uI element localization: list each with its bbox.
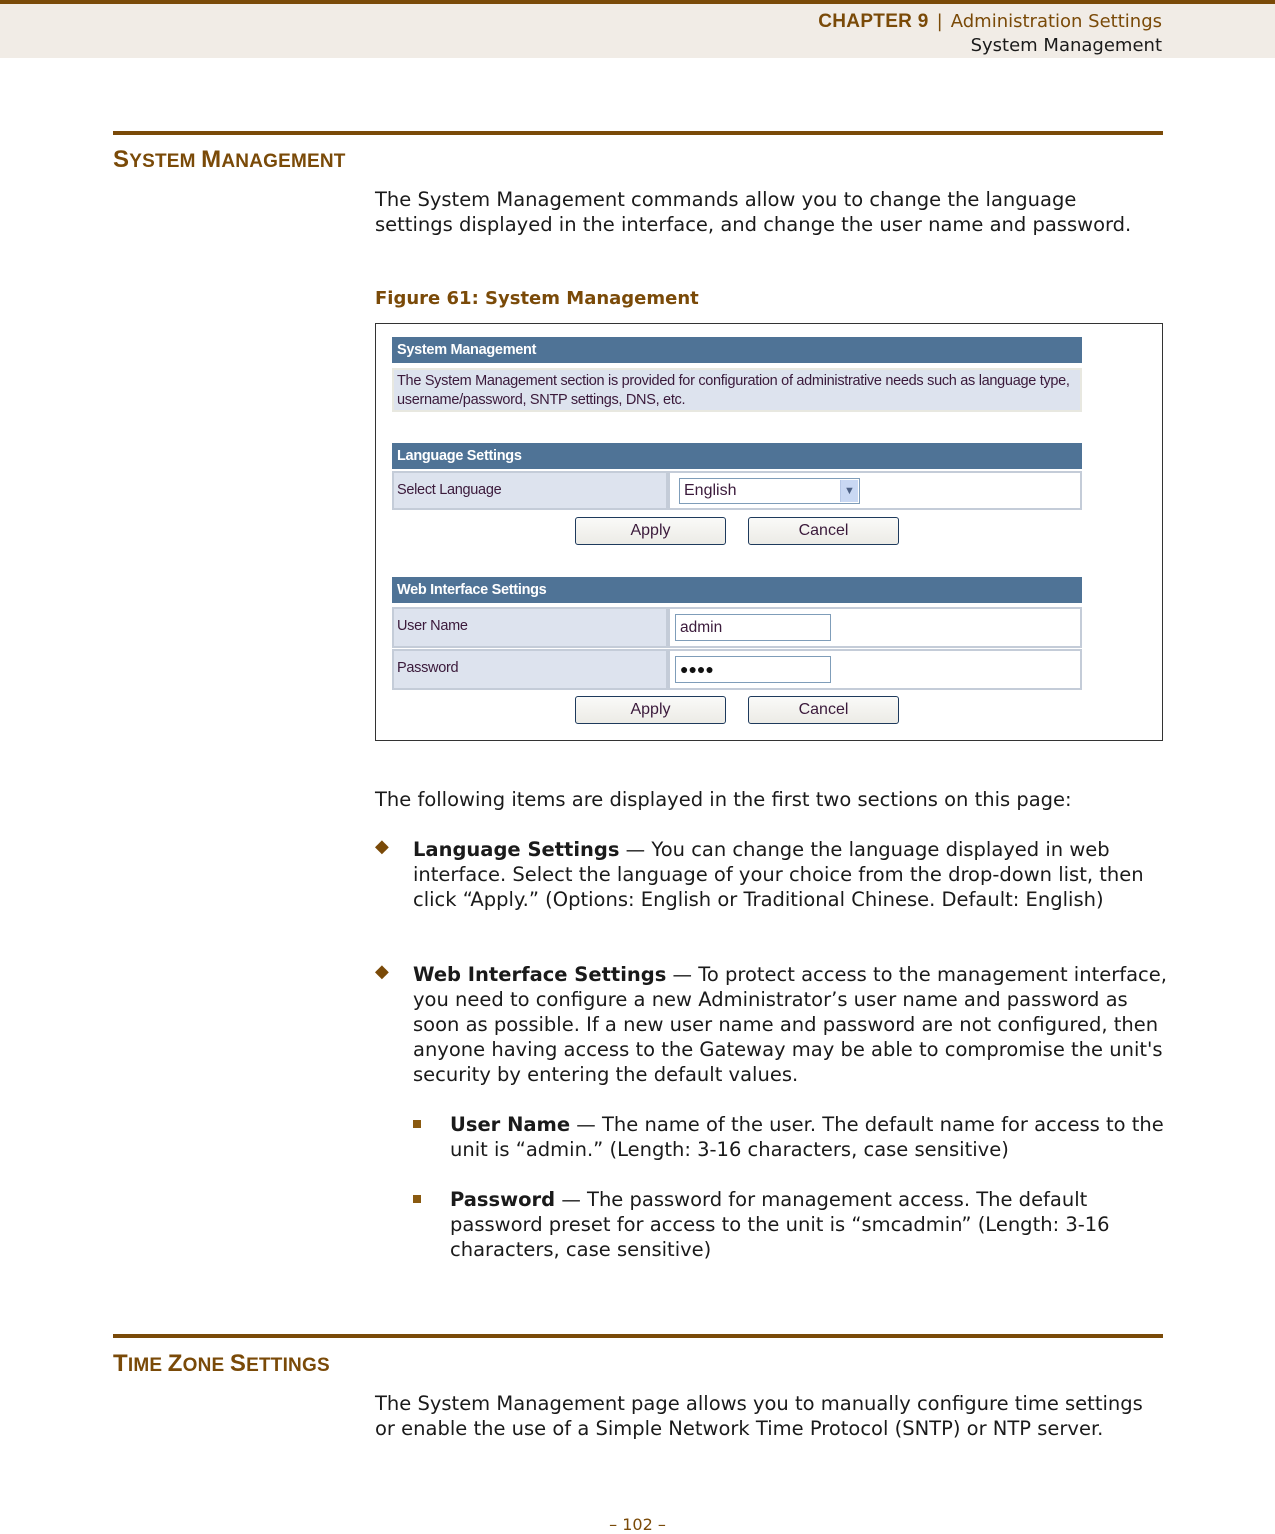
section-rule [113, 131, 1163, 135]
header-section-title: System Management [970, 35, 1162, 56]
title-cap: M [201, 146, 222, 173]
item-term: Password [450, 1188, 556, 1211]
section-title-time-zone-settings: TIME ZONE SETTINGS [113, 1350, 330, 1378]
panel-header-web-interface-settings: Web Interface Settings [392, 577, 1082, 603]
diamond-bullet-icon: ◆ [375, 836, 389, 857]
chapter-label: CHAPTER 9 [818, 11, 929, 32]
password-cell: ●●●● [668, 649, 1082, 690]
chapter-title: Administration Settings [950, 11, 1162, 32]
section-intro: The System Management page allows you to… [375, 1392, 1143, 1440]
user-name-input[interactable]: admin [675, 614, 831, 641]
sub-list-item-user-name: User Name — The name of the user. The de… [450, 1112, 1165, 1162]
title-cap: S [113, 146, 130, 173]
page-number: – 102 – [609, 1515, 666, 1534]
sub-list-item-password: Password — The password for management a… [450, 1187, 1170, 1262]
panel-header-system-management: System Management [392, 337, 1082, 363]
item-term: Language Settings [413, 838, 620, 861]
title-smallcaps: IME [127, 1355, 168, 1376]
web-interface-apply-button[interactable]: Apply [575, 696, 726, 724]
web-interface-cancel-button[interactable]: Cancel [748, 696, 899, 724]
section-rule [113, 1334, 1163, 1338]
title-smallcaps: ONE [182, 1355, 230, 1376]
select-language-cell: English ▼ [668, 471, 1082, 510]
system-management-description: The System Management section is provide… [392, 368, 1082, 412]
figure-system-management: System Management The System Management … [375, 323, 1163, 741]
title-cap: S [229, 1350, 247, 1377]
items-intro: The following items are displayed in the… [375, 788, 1072, 811]
title-cap: T [113, 1350, 128, 1377]
password-label: Password [392, 649, 668, 690]
title-cap: Z [167, 1350, 183, 1377]
user-name-cell: admin [668, 607, 1082, 648]
section-intro: The System Management commands allow you… [375, 188, 1132, 236]
item-term: User Name [450, 1113, 571, 1136]
language-cancel-button[interactable]: Cancel [748, 517, 899, 545]
item-term: Web Interface Settings [413, 963, 667, 986]
square-bullet-icon [413, 1120, 421, 1128]
running-header: CHAPTER 9 | Administration Settings System… [0, 0, 1275, 58]
list-item-web-interface-settings: Web Interface Settings — To protect acce… [413, 962, 1168, 1087]
list-item-language-settings: Language Settings — You can change the l… [413, 837, 1163, 912]
panel-header-language-settings: Language Settings [392, 443, 1082, 469]
select-language-label: Select Language [392, 471, 668, 510]
user-name-label: User Name [392, 607, 668, 648]
header-chapter-line: CHAPTER 9 | Administration Settings [818, 11, 1162, 33]
square-bullet-icon [413, 1195, 421, 1203]
section-title-system-management: SYSTEM MANAGEMENT [113, 146, 346, 174]
language-apply-button[interactable]: Apply [575, 517, 726, 545]
diamond-bullet-icon: ◆ [375, 961, 389, 982]
chevron-down-icon[interactable]: ▼ [840, 480, 858, 502]
password-input[interactable]: ●●●● [675, 656, 831, 683]
title-smallcaps: YSTEM [129, 151, 202, 172]
header-separator: | [936, 11, 943, 32]
language-select[interactable]: English ▼ [679, 478, 860, 504]
title-smallcaps: ANAGEMENT [221, 151, 346, 172]
password-masked-value: ●●●● [680, 661, 714, 677]
title-smallcaps: ETTINGS [246, 1355, 330, 1376]
figure-caption: Figure 61: System Management [375, 288, 699, 309]
language-select-value: English [684, 482, 737, 499]
